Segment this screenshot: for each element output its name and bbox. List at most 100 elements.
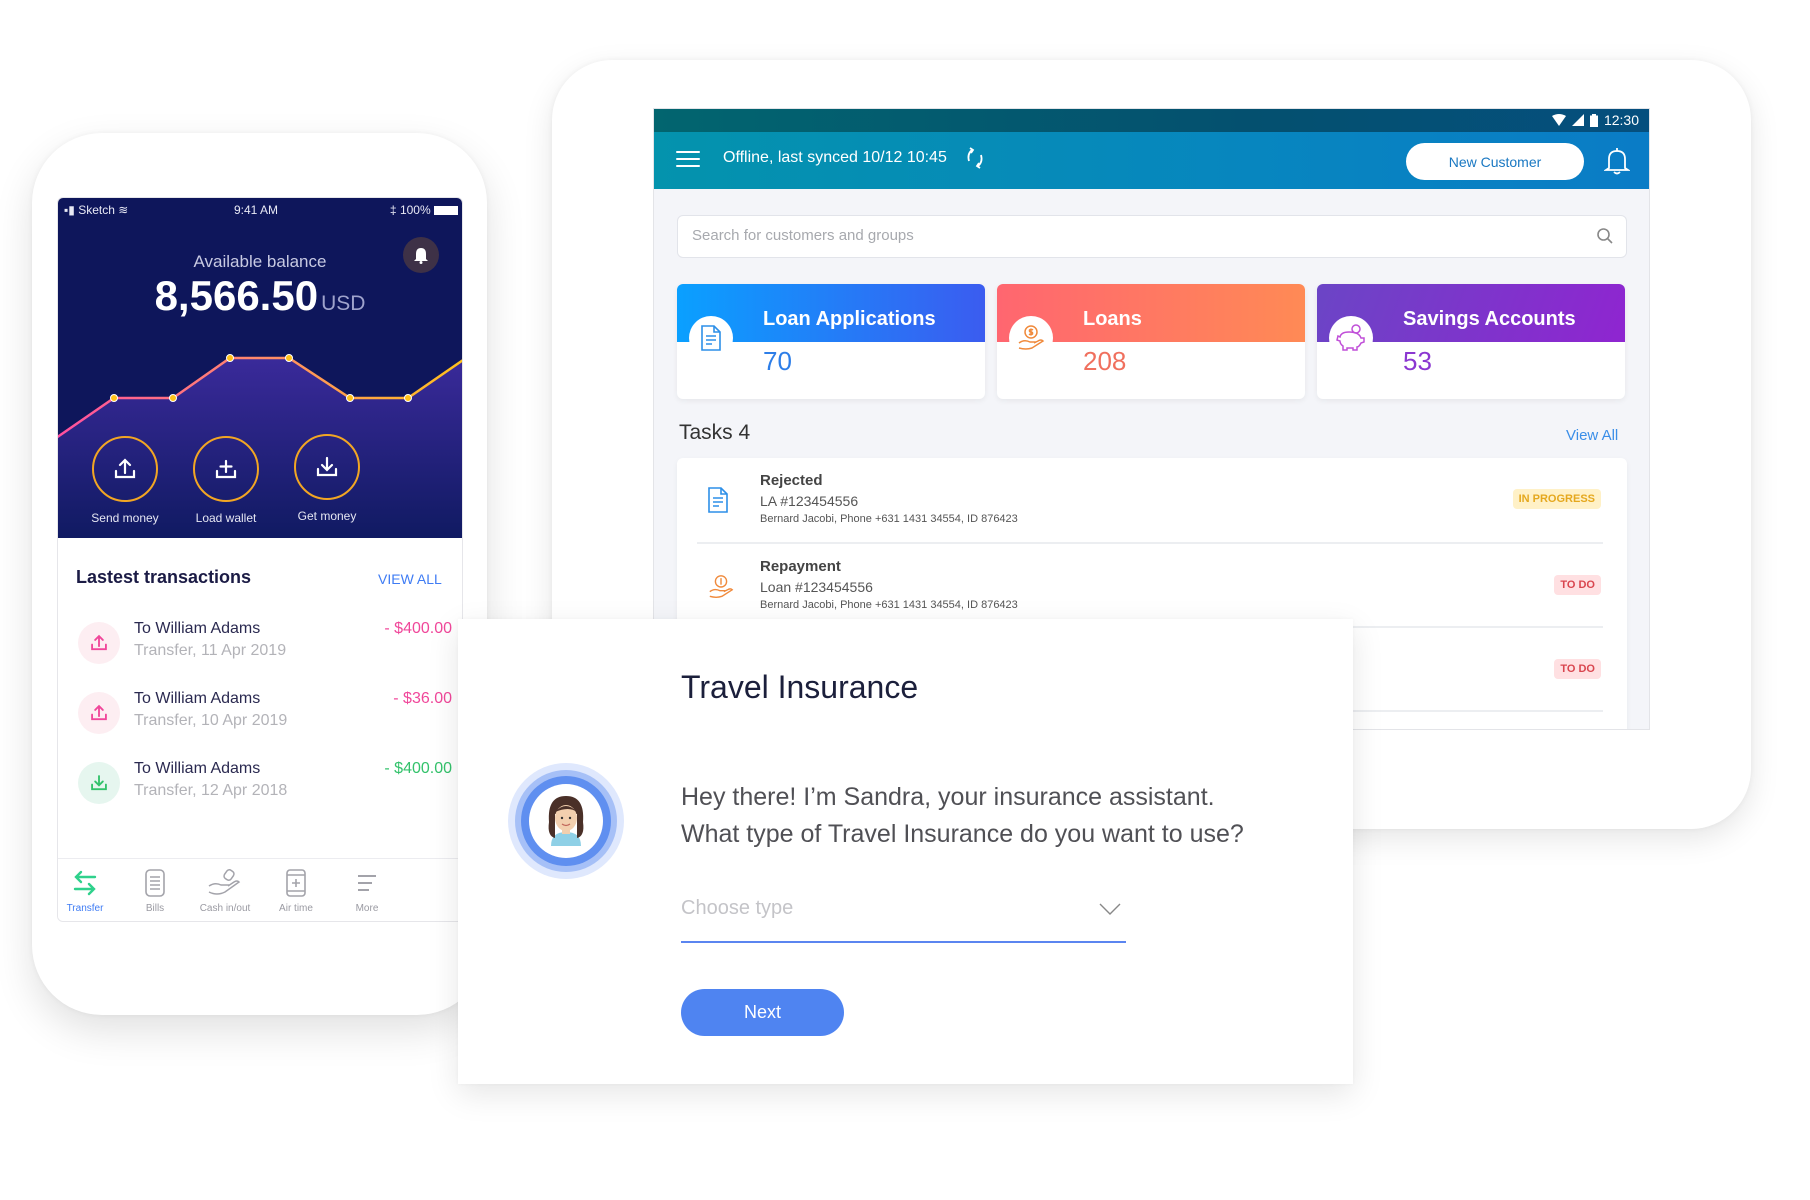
transaction-subtitle: Transfer, 11 Apr 2019: [134, 642, 287, 659]
assistant-avatar: [507, 762, 625, 880]
status-badge: TO DO: [1554, 575, 1601, 595]
signal-icon: [1571, 114, 1584, 126]
status-badge: TO DO: [1554, 659, 1601, 679]
transaction-name: To William Adams: [134, 620, 261, 637]
select-placeholder: Choose type: [681, 897, 794, 919]
phone-icon: [261, 865, 331, 901]
transaction-name: To William Adams: [134, 690, 261, 707]
chevron-down-icon: [1098, 901, 1122, 917]
customer-search-field[interactable]: [677, 215, 1627, 258]
sync-icon[interactable]: [964, 146, 986, 176]
bottom-navigation: Transfer Bills Cash in/out Air time More: [58, 858, 462, 921]
menu-icon: [332, 865, 402, 901]
phone-screen: ▪▮ Sketch ≋ 9:41 AM ‡ 100% Available bal…: [57, 197, 463, 922]
nav-transfer[interactable]: Transfer: [58, 865, 120, 914]
notification-bell-icon[interactable]: [1603, 146, 1631, 176]
status-time: 12:30: [1603, 112, 1639, 128]
tasks-heading: Tasks 4: [679, 421, 751, 444]
upload-icon: [78, 692, 120, 734]
wifi-icon: ≋: [118, 203, 129, 217]
card-title: Savings Accounts: [1403, 308, 1576, 330]
carrier: Sketch: [78, 203, 115, 217]
chart-point: [404, 394, 412, 402]
view-all-transactions-link[interactable]: VIEW ALL: [378, 571, 442, 587]
plus-tray-icon: [193, 436, 259, 502]
nav-air-time[interactable]: Air time: [261, 865, 331, 914]
nav-cash-in-out[interactable]: Cash in/out: [190, 865, 260, 914]
load-wallet-button[interactable]: Load wallet: [186, 436, 266, 525]
nav-label: Bills: [145, 903, 165, 914]
battery-icon: [434, 206, 458, 216]
next-button[interactable]: Next: [681, 989, 844, 1036]
money-hand-icon: [707, 572, 734, 602]
balance-hero: ▪▮ Sketch ≋ 9:41 AM ‡ 100% Available bal…: [58, 198, 462, 538]
app-bar: Offline, last synced 10/12 10:45 New Cus…: [654, 132, 1649, 189]
task-row[interactable]: Rejected LA #123454556 Bernard Jacobi, P…: [677, 458, 1627, 542]
nav-label: More: [355, 903, 379, 914]
wifi-icon: [1551, 114, 1566, 126]
send-money-button[interactable]: Send money: [85, 436, 165, 525]
chart-point: [110, 394, 118, 402]
new-customer-button[interactable]: New Customer: [1406, 143, 1584, 180]
nav-bills[interactable]: Bills: [120, 865, 190, 914]
card-title: Loan Applications: [763, 308, 936, 330]
get-money-button[interactable]: Get money: [287, 434, 367, 523]
insurance-title: Travel Insurance: [681, 669, 919, 705]
nav-more[interactable]: More: [332, 865, 402, 914]
nav-label: Air time: [279, 903, 313, 914]
card-value: 70: [763, 346, 792, 376]
card-value: 208: [1083, 346, 1127, 376]
status-time: 9:41 AM: [234, 203, 279, 217]
transaction-subtitle: Transfer, 10 Apr 2019: [134, 712, 288, 729]
nav-label: Transfer: [66, 903, 104, 914]
task-row[interactable]: Repayment Loan #123454556 Bernard Jacobi…: [677, 544, 1627, 628]
document-icon: [707, 486, 733, 516]
chart-point: [169, 394, 177, 402]
search-input[interactable]: [692, 227, 1552, 244]
task-reference: LA #123454556: [760, 493, 859, 509]
loans-card[interactable]: Loans 208: [997, 284, 1305, 399]
download-icon: [294, 434, 360, 500]
battery-level: 100%: [399, 203, 431, 217]
transaction-amount: - $36.00: [393, 690, 452, 707]
hamburger-menu-icon[interactable]: [676, 151, 700, 169]
action-label: Load wallet: [195, 511, 257, 525]
transaction-subtitle: Transfer, 12 Apr 2018: [134, 782, 288, 799]
travel-insurance-card: Travel Insurance Hey there! I’m Sandra, …: [458, 619, 1353, 1084]
chart-point: [285, 354, 293, 362]
balance-label: Available balance: [193, 252, 327, 271]
loan-applications-card[interactable]: Loan Applications 70: [677, 284, 985, 399]
task-details: Bernard Jacobi, Phone +631 1431 34554, I…: [760, 599, 1018, 611]
message-line: What type of Travel Insurance do you wan…: [681, 820, 1244, 848]
card-value: 53: [1403, 346, 1432, 376]
action-label: Get money: [297, 509, 357, 523]
document-icon: [689, 316, 733, 360]
nav-label: Cash in/out: [199, 903, 251, 914]
cash-hand-icon: [190, 865, 260, 901]
task-reference: Loan #123454556: [760, 579, 873, 595]
upload-icon: [92, 436, 158, 502]
upload-icon: [78, 622, 120, 664]
action-label: Send money: [91, 511, 159, 525]
transfer-icon: [58, 865, 120, 901]
sync-status: Offline, last synced 10/12 10:45: [723, 149, 947, 166]
chart-point: [226, 354, 234, 362]
signal-icon: ▪▮: [64, 203, 75, 217]
task-details: Bernard Jacobi, Phone +631 1431 34554, I…: [760, 513, 1018, 525]
task-type: Repayment: [760, 558, 841, 575]
transaction-row[interactable]: To William Adams Transfer, 11 Apr 2019 -…: [70, 618, 452, 678]
transactions-heading: Lastest transactions: [76, 567, 252, 587]
transaction-amount: - $400.00: [384, 620, 452, 637]
assistant-message: Hey there! I’m Sandra, your insurance as…: [681, 779, 1244, 853]
insurance-type-select[interactable]: Choose type: [681, 887, 1126, 943]
transaction-row[interactable]: To William Adams Transfer, 12 Apr 2018 -…: [70, 758, 452, 818]
savings-accounts-card[interactable]: Savings Accounts 53: [1317, 284, 1625, 399]
status-badge: IN PROGRESS: [1512, 489, 1601, 509]
view-all-tasks-link[interactable]: View All: [1566, 427, 1618, 444]
piggy-bank-icon: [1329, 316, 1373, 360]
transaction-row[interactable]: To William Adams Transfer, 10 Apr 2019 -…: [70, 688, 452, 748]
chart-point: [346, 394, 354, 402]
search-icon[interactable]: [1596, 227, 1616, 247]
ios-status-bar: ▪▮ Sketch ≋ 9:41 AM ‡ 100%: [64, 203, 458, 221]
bills-icon: [120, 865, 190, 901]
